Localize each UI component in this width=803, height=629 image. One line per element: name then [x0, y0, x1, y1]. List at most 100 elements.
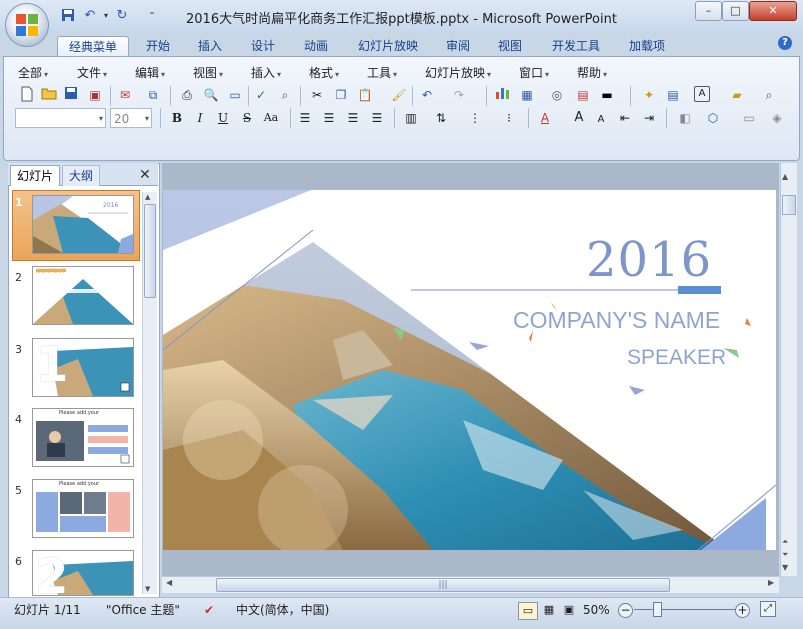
main-vertical-scrollbar[interactable]	[780, 163, 797, 576]
tab-animation[interactable]: 动画	[296, 36, 336, 56]
table-icon[interactable]: ▦	[518, 86, 536, 104]
email-icon[interactable]: ✉	[116, 86, 134, 104]
tab-slides[interactable]: 幻灯片	[10, 165, 61, 186]
close-button[interactable]: ✕	[749, 1, 797, 21]
slide-year[interactable]: 2016	[586, 232, 712, 288]
new-slide-icon[interactable]: ✦	[640, 86, 658, 104]
grow-font-icon[interactable]: A	[570, 109, 588, 127]
shapes-icon[interactable]: ⬡	[704, 109, 722, 127]
shape-fill-icon[interactable]: ◈	[768, 109, 786, 127]
numbering-icon[interactable]: ⋮	[466, 109, 484, 127]
cut-icon[interactable]: ✂	[308, 86, 326, 104]
new-icon[interactable]	[18, 86, 36, 104]
panel-scroll-thumb[interactable]	[144, 204, 156, 298]
textbox-icon[interactable]: A	[694, 86, 710, 102]
columns-icon[interactable]: ▥	[402, 109, 420, 127]
layout-icon[interactable]: ▭	[226, 86, 244, 104]
paste-icon[interactable]: 📋	[356, 86, 374, 104]
text-direction-icon[interactable]: ⇅	[432, 109, 450, 127]
decrease-indent-icon[interactable]: ⇤	[616, 109, 634, 127]
tab-outline[interactable]: 大纲	[62, 165, 101, 186]
fit-to-window-icon[interactable]: ⤢	[760, 601, 776, 617]
quick-styles-icon[interactable]: ▭	[740, 109, 758, 127]
font-color-button[interactable]: A	[536, 109, 554, 127]
spelling-icon[interactable]: ✓	[252, 86, 270, 104]
copy-icon[interactable]: ❐	[332, 86, 350, 104]
menu-tools[interactable]: 工具 ▾	[367, 64, 397, 80]
research-icon[interactable]: ⌕	[276, 86, 294, 104]
language-indicator[interactable]: 中文(简体，中国)	[236, 602, 329, 618]
permission-icon[interactable]: ▣	[86, 86, 104, 104]
chart-icon[interactable]	[494, 86, 512, 104]
underline-button[interactable]: U	[214, 109, 232, 127]
menu-window[interactable]: 窗口 ▾	[519, 64, 549, 80]
menu-slideshow[interactable]: 幻灯片放映 ▾	[425, 64, 491, 80]
arrange-icon[interactable]: ◧	[676, 109, 694, 127]
tab-review[interactable]: 审阅	[438, 36, 478, 56]
slide-speaker[interactable]: SPEAKER	[627, 346, 726, 370]
picture-icon[interactable]: ▤	[574, 86, 592, 104]
menu-all[interactable]: 全部 ▾	[18, 64, 48, 80]
print-preview-icon[interactable]: 🔍	[202, 86, 220, 104]
font-name-combo[interactable]: ▾	[15, 108, 106, 128]
minimize-button[interactable]: –	[695, 1, 722, 21]
slide-thumbnail-6[interactable]: 2	[32, 550, 134, 596]
spell-check-icon[interactable]: ✔	[204, 602, 214, 618]
bullets-icon[interactable]: ⁝	[500, 109, 518, 127]
align-right-icon[interactable]: ☰	[344, 109, 362, 127]
zoom-slider-thumb[interactable]	[653, 602, 662, 617]
menu-file[interactable]: 文件 ▾	[77, 64, 107, 80]
tab-slideshow[interactable]: 幻灯片放映	[353, 36, 423, 56]
slide-thumbnail-4[interactable]: Please add your	[32, 408, 134, 467]
folder-icon[interactable]: ▰	[728, 86, 746, 104]
change-case-button[interactable]: Aa	[262, 109, 280, 127]
maximize-button[interactable]: □	[722, 1, 749, 21]
slide-thumbnail-1[interactable]: 2016	[32, 195, 134, 254]
justify-icon[interactable]: ☰	[368, 109, 386, 127]
publish-icon[interactable]: ⧉	[144, 86, 162, 104]
slide-company-name[interactable]: COMPANY'S NAME	[513, 307, 720, 334]
scroll-up-icon[interactable]: ▲	[782, 172, 788, 181]
menu-edit[interactable]: 编辑 ▾	[135, 64, 165, 80]
hyperlink-icon[interactable]: ◎	[548, 86, 566, 104]
italic-button[interactable]: I	[191, 109, 209, 127]
tab-developer[interactable]: 开发工具	[545, 36, 607, 56]
tab-insert[interactable]: 插入	[190, 36, 230, 56]
next-slide-icon[interactable]: ⏷	[782, 550, 788, 560]
print-icon[interactable]: ⎙	[178, 86, 196, 104]
slideshow-view-icon[interactable]: ▣	[560, 602, 578, 618]
strikethrough-button[interactable]: S	[238, 109, 256, 127]
open-icon[interactable]	[40, 86, 58, 104]
slide-canvas[interactable]: 2016 COMPANY'S NAME SPEAKER	[163, 190, 776, 550]
tab-design[interactable]: 设计	[243, 36, 283, 56]
main-scroll-thumb[interactable]	[782, 195, 796, 215]
theme-indicator[interactable]: "Office 主题"	[106, 602, 180, 618]
help-icon[interactable]: ?	[778, 36, 792, 50]
slide-thumbnail-3[interactable]: 1	[32, 338, 134, 397]
menu-view[interactable]: 视图 ▾	[193, 64, 223, 80]
previous-slide-icon[interactable]: ⏶	[782, 537, 788, 547]
zoom-icon[interactable]: ⌕	[760, 86, 778, 104]
zoom-level[interactable]: 50%	[583, 602, 610, 618]
scroll-down-icon[interactable]: ▼	[145, 585, 150, 593]
align-center-icon[interactable]: ☰	[320, 109, 338, 127]
tab-view[interactable]: 视图	[490, 36, 530, 56]
tab-home[interactable]: 开始	[138, 36, 178, 56]
format-painter-icon[interactable]: 🖌	[390, 86, 408, 104]
slide-thumbnail-5[interactable]: Please add your	[32, 479, 134, 538]
font-size-combo[interactable]: 20 ▾	[110, 108, 152, 128]
align-left-icon[interactable]: ☰	[296, 109, 314, 127]
slide-thumbnail-2[interactable]: CONTENT	[32, 266, 134, 325]
scroll-left-icon[interactable]: ◀	[166, 578, 172, 587]
tab-addins[interactable]: 加载项	[622, 36, 672, 56]
menu-insert[interactable]: 插入 ▾	[251, 64, 281, 80]
save-toolbar-icon[interactable]	[62, 86, 80, 104]
shrink-font-icon[interactable]: A	[592, 111, 610, 129]
scroll-up-icon[interactable]: ▲	[145, 193, 150, 201]
office-button[interactable]	[6, 4, 48, 46]
slide-sorter-icon[interactable]: ▦	[540, 602, 558, 618]
normal-view-icon[interactable]: ▭	[518, 602, 538, 620]
redo-toolbar-icon[interactable]: ↷	[450, 86, 468, 104]
scroll-right-icon[interactable]: ▶	[768, 578, 774, 587]
undo-toolbar-icon[interactable]: ↶	[418, 86, 436, 104]
